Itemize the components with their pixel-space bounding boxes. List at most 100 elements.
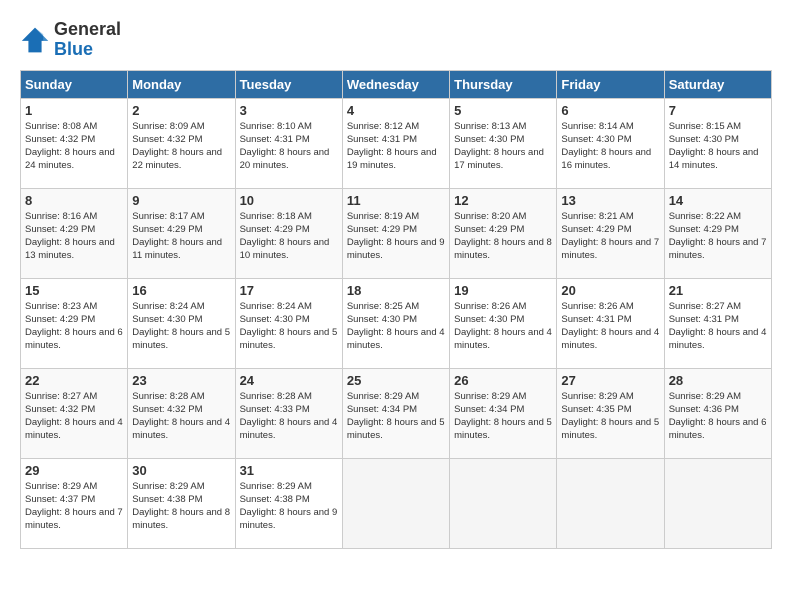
calendar-day-cell: 16 Sunrise: 8:24 AM Sunset: 4:30 PM Dayl… [128, 278, 235, 368]
day-info: Sunrise: 8:15 AM Sunset: 4:30 PM Dayligh… [669, 120, 767, 173]
calendar-day-cell: 31 Sunrise: 8:29 AM Sunset: 4:38 PM Dayl… [235, 458, 342, 548]
calendar-day-cell: 2 Sunrise: 8:09 AM Sunset: 4:32 PM Dayli… [128, 98, 235, 188]
calendar-day-cell: 21 Sunrise: 8:27 AM Sunset: 4:31 PM Dayl… [664, 278, 771, 368]
day-number: 21 [669, 283, 767, 298]
calendar-header-cell: Sunday [21, 70, 128, 98]
calendar-day-cell: 9 Sunrise: 8:17 AM Sunset: 4:29 PM Dayli… [128, 188, 235, 278]
day-number: 14 [669, 193, 767, 208]
calendar-day-cell: 14 Sunrise: 8:22 AM Sunset: 4:29 PM Dayl… [664, 188, 771, 278]
day-number: 23 [132, 373, 230, 388]
day-info: Sunrise: 8:28 AM Sunset: 4:32 PM Dayligh… [132, 390, 230, 443]
day-number: 3 [240, 103, 338, 118]
day-info: Sunrise: 8:27 AM Sunset: 4:31 PM Dayligh… [669, 300, 767, 353]
calendar-day-cell [342, 458, 449, 548]
day-number: 26 [454, 373, 552, 388]
day-number: 25 [347, 373, 445, 388]
day-number: 27 [561, 373, 659, 388]
calendar-week-row: 8 Sunrise: 8:16 AM Sunset: 4:29 PM Dayli… [21, 188, 772, 278]
calendar-day-cell: 28 Sunrise: 8:29 AM Sunset: 4:36 PM Dayl… [664, 368, 771, 458]
logo-text: General Blue [54, 20, 121, 60]
day-info: Sunrise: 8:10 AM Sunset: 4:31 PM Dayligh… [240, 120, 338, 173]
calendar-week-row: 29 Sunrise: 8:29 AM Sunset: 4:37 PM Dayl… [21, 458, 772, 548]
day-info: Sunrise: 8:28 AM Sunset: 4:33 PM Dayligh… [240, 390, 338, 443]
day-number: 16 [132, 283, 230, 298]
day-info: Sunrise: 8:21 AM Sunset: 4:29 PM Dayligh… [561, 210, 659, 263]
calendar-day-cell [450, 458, 557, 548]
day-number: 31 [240, 463, 338, 478]
day-info: Sunrise: 8:27 AM Sunset: 4:32 PM Dayligh… [25, 390, 123, 443]
day-info: Sunrise: 8:09 AM Sunset: 4:32 PM Dayligh… [132, 120, 230, 173]
day-number: 24 [240, 373, 338, 388]
calendar-table: SundayMondayTuesdayWednesdayThursdayFrid… [20, 70, 772, 549]
day-info: Sunrise: 8:29 AM Sunset: 4:34 PM Dayligh… [347, 390, 445, 443]
calendar-day-cell: 6 Sunrise: 8:14 AM Sunset: 4:30 PM Dayli… [557, 98, 664, 188]
day-number: 8 [25, 193, 123, 208]
calendar-day-cell: 4 Sunrise: 8:12 AM Sunset: 4:31 PM Dayli… [342, 98, 449, 188]
day-info: Sunrise: 8:12 AM Sunset: 4:31 PM Dayligh… [347, 120, 445, 173]
calendar-day-cell: 1 Sunrise: 8:08 AM Sunset: 4:32 PM Dayli… [21, 98, 128, 188]
day-number: 1 [25, 103, 123, 118]
day-info: Sunrise: 8:13 AM Sunset: 4:30 PM Dayligh… [454, 120, 552, 173]
day-number: 11 [347, 193, 445, 208]
calendar-body: 1 Sunrise: 8:08 AM Sunset: 4:32 PM Dayli… [21, 98, 772, 548]
day-number: 6 [561, 103, 659, 118]
day-info: Sunrise: 8:24 AM Sunset: 4:30 PM Dayligh… [132, 300, 230, 353]
day-number: 17 [240, 283, 338, 298]
day-info: Sunrise: 8:29 AM Sunset: 4:38 PM Dayligh… [132, 480, 230, 533]
day-number: 2 [132, 103, 230, 118]
day-info: Sunrise: 8:23 AM Sunset: 4:29 PM Dayligh… [25, 300, 123, 353]
logo: General Blue [20, 20, 121, 60]
day-info: Sunrise: 8:29 AM Sunset: 4:35 PM Dayligh… [561, 390, 659, 443]
day-number: 28 [669, 373, 767, 388]
day-number: 15 [25, 283, 123, 298]
calendar-day-cell: 13 Sunrise: 8:21 AM Sunset: 4:29 PM Dayl… [557, 188, 664, 278]
calendar-week-row: 1 Sunrise: 8:08 AM Sunset: 4:32 PM Dayli… [21, 98, 772, 188]
day-info: Sunrise: 8:24 AM Sunset: 4:30 PM Dayligh… [240, 300, 338, 353]
day-info: Sunrise: 8:14 AM Sunset: 4:30 PM Dayligh… [561, 120, 659, 173]
calendar-day-cell: 12 Sunrise: 8:20 AM Sunset: 4:29 PM Dayl… [450, 188, 557, 278]
day-number: 18 [347, 283, 445, 298]
calendar-day-cell: 26 Sunrise: 8:29 AM Sunset: 4:34 PM Dayl… [450, 368, 557, 458]
calendar-day-cell: 25 Sunrise: 8:29 AM Sunset: 4:34 PM Dayl… [342, 368, 449, 458]
calendar-day-cell: 20 Sunrise: 8:26 AM Sunset: 4:31 PM Dayl… [557, 278, 664, 368]
day-number: 20 [561, 283, 659, 298]
calendar-day-cell: 15 Sunrise: 8:23 AM Sunset: 4:29 PM Dayl… [21, 278, 128, 368]
calendar-day-cell: 24 Sunrise: 8:28 AM Sunset: 4:33 PM Dayl… [235, 368, 342, 458]
calendar-week-row: 22 Sunrise: 8:27 AM Sunset: 4:32 PM Dayl… [21, 368, 772, 458]
calendar-week-row: 15 Sunrise: 8:23 AM Sunset: 4:29 PM Dayl… [21, 278, 772, 368]
day-number: 12 [454, 193, 552, 208]
day-info: Sunrise: 8:17 AM Sunset: 4:29 PM Dayligh… [132, 210, 230, 263]
day-info: Sunrise: 8:29 AM Sunset: 4:37 PM Dayligh… [25, 480, 123, 533]
day-info: Sunrise: 8:19 AM Sunset: 4:29 PM Dayligh… [347, 210, 445, 263]
day-info: Sunrise: 8:25 AM Sunset: 4:30 PM Dayligh… [347, 300, 445, 353]
day-number: 30 [132, 463, 230, 478]
calendar-day-cell: 8 Sunrise: 8:16 AM Sunset: 4:29 PM Dayli… [21, 188, 128, 278]
day-info: Sunrise: 8:22 AM Sunset: 4:29 PM Dayligh… [669, 210, 767, 263]
day-number: 10 [240, 193, 338, 208]
calendar-day-cell: 23 Sunrise: 8:28 AM Sunset: 4:32 PM Dayl… [128, 368, 235, 458]
calendar-day-cell [664, 458, 771, 548]
day-info: Sunrise: 8:29 AM Sunset: 4:34 PM Dayligh… [454, 390, 552, 443]
header: General Blue [20, 20, 772, 60]
calendar-day-cell: 22 Sunrise: 8:27 AM Sunset: 4:32 PM Dayl… [21, 368, 128, 458]
day-number: 9 [132, 193, 230, 208]
calendar-day-cell: 3 Sunrise: 8:10 AM Sunset: 4:31 PM Dayli… [235, 98, 342, 188]
day-info: Sunrise: 8:08 AM Sunset: 4:32 PM Dayligh… [25, 120, 123, 173]
day-info: Sunrise: 8:18 AM Sunset: 4:29 PM Dayligh… [240, 210, 338, 263]
day-number: 7 [669, 103, 767, 118]
day-info: Sunrise: 8:29 AM Sunset: 4:38 PM Dayligh… [240, 480, 338, 533]
calendar-header-cell: Monday [128, 70, 235, 98]
logo-icon [20, 26, 50, 54]
day-info: Sunrise: 8:26 AM Sunset: 4:31 PM Dayligh… [561, 300, 659, 353]
day-number: 22 [25, 373, 123, 388]
calendar-day-cell: 5 Sunrise: 8:13 AM Sunset: 4:30 PM Dayli… [450, 98, 557, 188]
calendar-day-cell: 19 Sunrise: 8:26 AM Sunset: 4:30 PM Dayl… [450, 278, 557, 368]
day-number: 29 [25, 463, 123, 478]
calendar-header-cell: Thursday [450, 70, 557, 98]
day-number: 19 [454, 283, 552, 298]
day-number: 4 [347, 103, 445, 118]
calendar-header-row: SundayMondayTuesdayWednesdayThursdayFrid… [21, 70, 772, 98]
calendar-day-cell [557, 458, 664, 548]
calendar-header-cell: Wednesday [342, 70, 449, 98]
day-info: Sunrise: 8:16 AM Sunset: 4:29 PM Dayligh… [25, 210, 123, 263]
